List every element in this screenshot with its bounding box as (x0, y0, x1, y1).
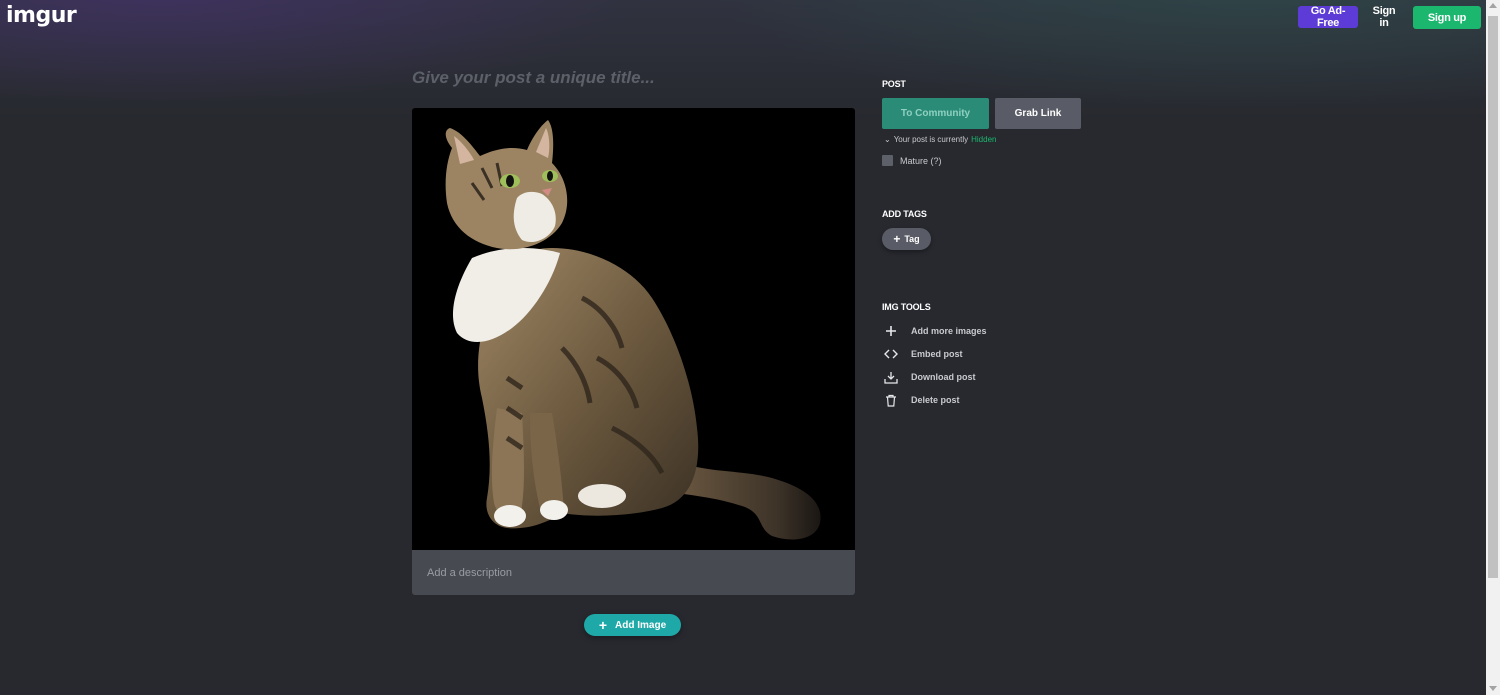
tool-label: Delete post (911, 395, 960, 405)
description-input[interactable] (412, 550, 855, 595)
cat-photo-icon (445, 120, 821, 540)
add-image-button[interactable]: + Add Image (584, 614, 681, 636)
sign-in-button[interactable]: Sign in (1364, 5, 1404, 29)
imgur-logo[interactable]: imgur (6, 3, 77, 28)
download-icon (884, 370, 898, 384)
tool-label: Download post (911, 372, 976, 382)
scroll-thumb[interactable] (1488, 16, 1498, 578)
img-tools-section-title: IMG TOOLS (882, 302, 931, 312)
grab-link-button[interactable]: Grab Link (995, 98, 1081, 129)
visibility-value-link[interactable]: Hidden (971, 135, 996, 144)
add-tags-section-title: ADD TAGS (882, 209, 927, 219)
post-visibility-status: ⌄ Your post is currently Hidden (884, 135, 996, 144)
uploaded-image (412, 108, 855, 550)
download-post-tool[interactable]: Download post (884, 369, 976, 385)
post-section-title: POST (882, 79, 906, 89)
plus-icon (884, 324, 898, 338)
chevron-down-icon[interactable]: ⌄ (884, 135, 891, 144)
code-icon (884, 347, 898, 361)
scroll-down-arrow-icon[interactable] (1489, 686, 1497, 691)
add-more-images-tool[interactable]: Add more images (884, 323, 987, 339)
delete-post-tool[interactable]: Delete post (884, 392, 960, 408)
plus-icon: + (598, 617, 608, 633)
plus-icon: + (893, 232, 901, 246)
imgur-upload-page: imgur Go Ad-Free Sign in Sign up Give yo… (0, 0, 1500, 695)
tag-button-label: Tag (904, 234, 920, 244)
mature-toggle[interactable]: Mature (?) (882, 155, 942, 166)
add-image-label: Add Image (615, 619, 667, 631)
mature-label: Mature (?) (900, 155, 942, 166)
status-prefix: Your post is currently (893, 135, 969, 144)
mature-checkbox[interactable] (882, 155, 893, 166)
embed-post-tool[interactable]: Embed post (884, 346, 963, 362)
add-tag-button[interactable]: + Tag (882, 228, 931, 250)
post-title-input[interactable] (412, 64, 855, 92)
scroll-up-arrow-icon[interactable] (1489, 3, 1497, 8)
to-community-button[interactable]: To Community (882, 98, 989, 129)
tool-label: Embed post (911, 349, 963, 359)
sign-up-button[interactable]: Sign up (1413, 6, 1481, 29)
trash-icon (884, 393, 898, 407)
page-scrollbar[interactable] (1486, 0, 1500, 695)
go-ad-free-button[interactable]: Go Ad-Free (1298, 5, 1358, 29)
tool-label: Add more images (911, 326, 987, 336)
